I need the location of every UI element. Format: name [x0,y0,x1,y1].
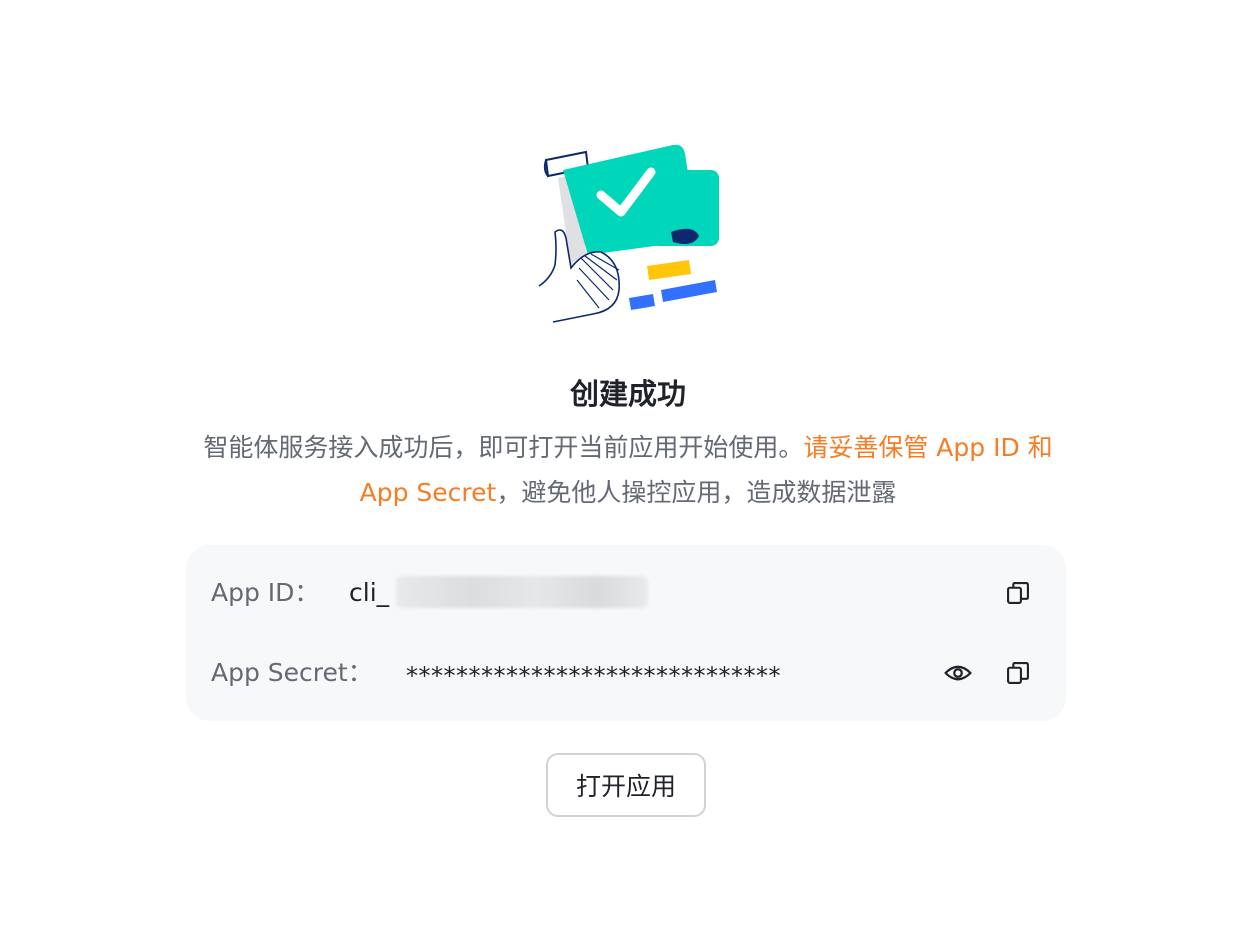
app-secret-value: ****************************** [406,662,781,690]
description-suffix: ，避免他人操控应用，造成数据泄露 [496,478,897,507]
create-success-page: 创建成功 智能体服务接入成功后，即可打开当前应用开始使用。请妥善保管 App I… [0,0,1256,928]
app-id-redacted [396,576,648,608]
description-text: 智能体服务接入成功后，即可打开当前应用开始使用。 [203,433,804,462]
app-id-value: cli_ [349,578,390,607]
success-title: 创建成功 [569,377,686,411]
success-illustration-icon [538,144,719,323]
success-illustration [533,140,728,330]
copy-icon [1007,662,1029,684]
app-secret-row: App Secret： ****************************… [186,653,1066,693]
copy-app-secret-button[interactable] [1002,657,1034,689]
app-id-row: App ID： cli_ [186,573,1066,613]
open-app-button[interactable]: 打开应用 [546,753,706,817]
success-description: 智能体服务接入成功后，即可打开当前应用开始使用。请妥善保管 App ID 和 A… [186,425,1070,515]
copy-app-id-button[interactable] [1002,577,1034,609]
copy-icon [1007,582,1029,604]
app-id-label: App ID： [211,578,320,607]
show-secret-button[interactable] [942,657,974,689]
app-secret-label: App Secret： [211,658,373,687]
credentials-panel: App ID： cli_ App Secret： ***************… [186,545,1066,721]
eye-icon [944,665,972,681]
